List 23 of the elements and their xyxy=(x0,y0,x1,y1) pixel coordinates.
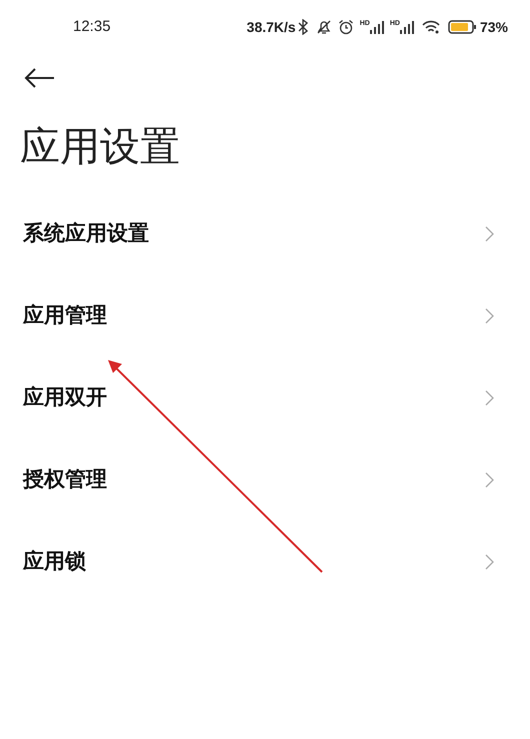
settings-item[interactable]: 应用管理 xyxy=(0,275,530,357)
settings-item[interactable]: 应用双开 xyxy=(0,357,530,439)
signal-icon xyxy=(400,20,414,34)
battery-icon xyxy=(448,20,477,34)
back-arrow-icon xyxy=(24,68,56,88)
alarm-icon xyxy=(338,19,354,35)
back-button[interactable] xyxy=(24,68,56,88)
chevron-right-icon xyxy=(485,554,494,570)
page-title: 应用设置 xyxy=(20,123,181,172)
bluetooth-icon xyxy=(298,19,308,35)
battery-percent: 73% xyxy=(480,18,508,36)
chevron-right-icon xyxy=(485,226,494,242)
settings-item[interactable]: 授权管理 xyxy=(0,439,530,521)
network-speed: 38.7K/s xyxy=(246,18,296,36)
chevron-right-icon xyxy=(485,472,494,488)
wifi-icon xyxy=(422,20,440,34)
chevron-right-icon xyxy=(485,308,494,324)
settings-item[interactable]: 系统应用设置 xyxy=(0,193,530,275)
status-time: 12:35 xyxy=(73,16,111,37)
signal-icon xyxy=(370,20,384,34)
settings-item[interactable]: 应用锁 xyxy=(0,521,530,603)
chevron-right-icon xyxy=(485,390,494,406)
muted-bell-icon xyxy=(316,19,332,35)
